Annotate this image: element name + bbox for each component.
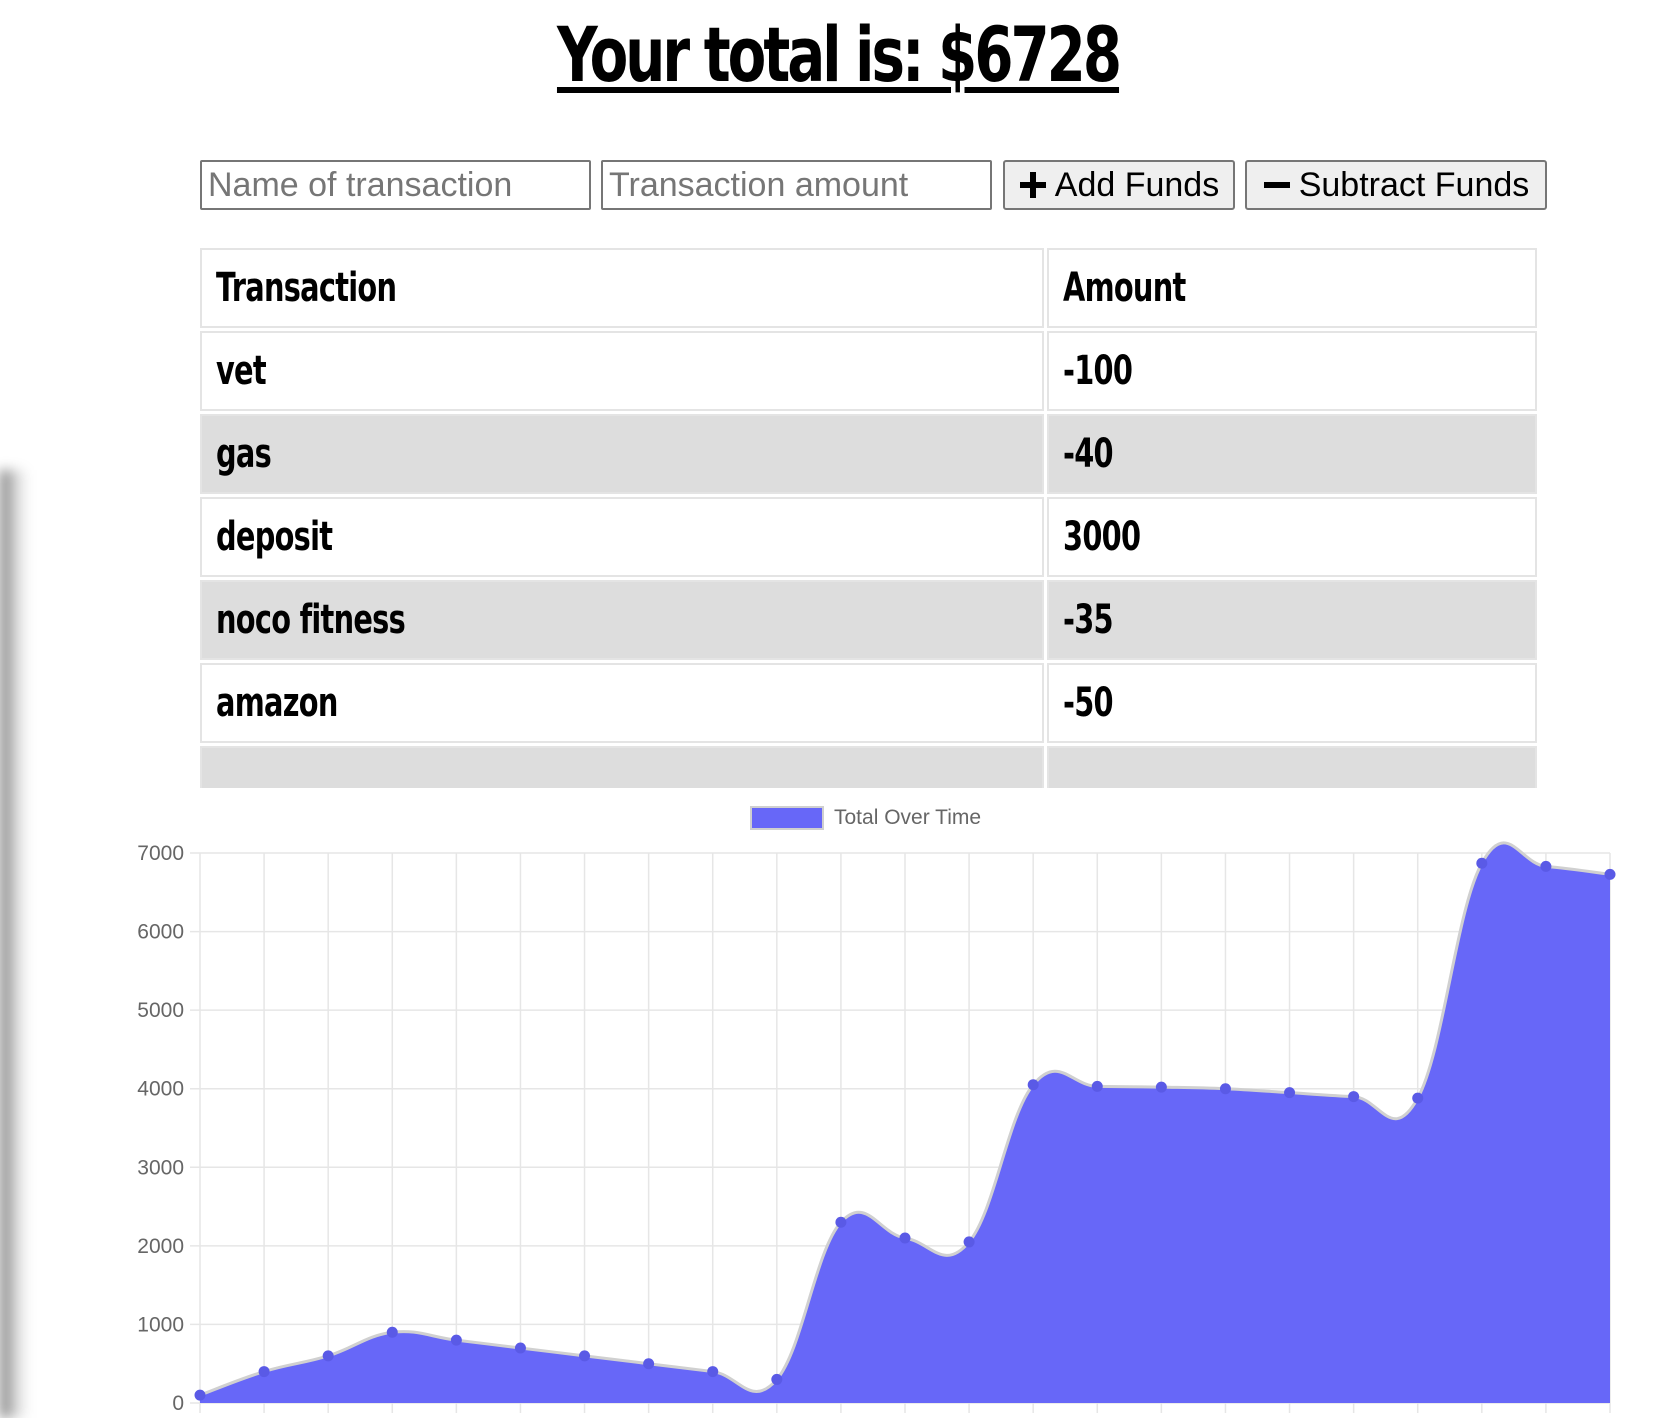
subtract-funds-button[interactable]: Subtract Funds [1245, 160, 1547, 210]
minus-icon [1263, 171, 1291, 199]
y-tick-label: 2000 [137, 1235, 184, 1258]
transaction-name-cell: vet [200, 331, 1044, 411]
data-point [386, 1326, 398, 1338]
data-point [1476, 857, 1488, 869]
transaction-name-cell: noco fitness [200, 580, 1044, 660]
subtract-funds-label: Subtract Funds [1298, 165, 1530, 204]
data-point [579, 1350, 591, 1362]
table-row: noco fitness -35 [200, 580, 1537, 660]
column-header-amount: Amount [1047, 248, 1537, 328]
chart-legend[interactable]: Total Over Time [750, 803, 981, 833]
transaction-name-cell [200, 746, 1044, 788]
legend-swatch [750, 806, 824, 830]
transactions-table: Transaction Amount vet -100 gas -40 depo… [200, 248, 1537, 788]
y-tick-label: 4000 [137, 1078, 184, 1101]
table-row: vet -100 [200, 331, 1537, 411]
data-point [963, 1236, 975, 1248]
series-line [199, 841, 1611, 1397]
data-point [514, 1342, 526, 1354]
total-heading: Your total is: $6728 [556, 10, 1122, 99]
transaction-amount-cell [1047, 746, 1537, 788]
transaction-name-cell: gas [200, 414, 1044, 494]
data-point [1091, 1080, 1103, 1092]
data-point [835, 1216, 847, 1228]
table-header-row: Transaction Amount [200, 248, 1537, 328]
data-point [771, 1373, 783, 1385]
data-point [1219, 1083, 1231, 1095]
data-point [1412, 1092, 1424, 1104]
y-tick-label: 5000 [137, 999, 184, 1022]
data-point [899, 1232, 911, 1244]
transaction-name-input[interactable] [200, 160, 591, 210]
column-header-transaction: Transaction [200, 248, 1044, 328]
transaction-amount-cell: -100 [1047, 331, 1537, 411]
y-tick-label: 3000 [137, 1156, 184, 1179]
data-point [643, 1358, 655, 1370]
table-row: gas -40 [200, 414, 1537, 494]
data-point [1540, 860, 1552, 872]
data-point [1348, 1091, 1360, 1103]
legend-label: Total Over Time [834, 806, 982, 829]
transactions-table-container[interactable]: Transaction Amount vet -100 gas -40 depo… [200, 248, 1537, 788]
transaction-amount-cell: -35 [1047, 580, 1537, 660]
data-point [707, 1366, 719, 1378]
window-edge-shadow [0, 470, 28, 1418]
transaction-name-cell: deposit [200, 497, 1044, 577]
add-funds-button[interactable]: Add Funds [1003, 160, 1235, 210]
data-point [194, 1389, 206, 1401]
y-tick-label: 1000 [137, 1313, 184, 1336]
transaction-amount-cell: 3000 [1047, 497, 1537, 577]
transaction-name-cell: amazon [200, 663, 1044, 743]
data-point [1604, 868, 1616, 880]
data-point [1155, 1081, 1167, 1093]
plus-icon [1019, 171, 1047, 199]
y-tick-label: 7000 [137, 842, 184, 865]
data-point [258, 1366, 270, 1378]
table-row: deposit 3000 [200, 497, 1537, 577]
y-tick-label: 6000 [137, 921, 184, 944]
transaction-amount-cell: -50 [1047, 663, 1537, 743]
y-tick-label: 0 [172, 1392, 184, 1415]
transaction-amount-cell: -40 [1047, 414, 1537, 494]
data-point [450, 1334, 462, 1346]
data-point [1284, 1087, 1296, 1099]
transaction-amount-input[interactable] [601, 160, 992, 210]
table-row: amazon -50 [200, 663, 1537, 743]
add-funds-label: Add Funds [1054, 165, 1220, 204]
data-point [322, 1350, 334, 1362]
series-area [200, 842, 1610, 1403]
data-point [1027, 1079, 1039, 1091]
table-row-partial [200, 746, 1537, 788]
